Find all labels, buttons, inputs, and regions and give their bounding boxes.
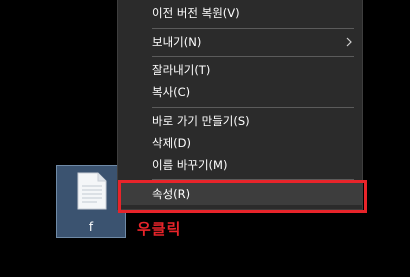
menu-item-label: 삭제(D)	[152, 136, 191, 150]
menu-item-restore-previous-versions[interactable]: 이전 버전 복원(V)	[118, 2, 362, 24]
menu-item-copy[interactable]: 복사(C)	[118, 81, 362, 103]
menu-item-label: 이전 버전 복원(V)	[152, 6, 240, 20]
menu-item-label: 잘라내기(T)	[152, 63, 211, 77]
menu-separator	[152, 28, 354, 29]
document-icon	[77, 172, 107, 210]
menu-item-label: 보내기(N)	[152, 35, 202, 49]
properties-highlight-box	[118, 180, 367, 213]
menu-item-label: 바로 가기 만들기(S)	[152, 114, 250, 128]
menu-item-label: 복사(C)	[152, 85, 191, 99]
menu-item-cut[interactable]: 잘라내기(T)	[118, 59, 362, 81]
menu-item-delete[interactable]: 삭제(D)	[118, 132, 362, 154]
chevron-right-icon	[346, 37, 352, 47]
desktop-file-icon[interactable]: f	[56, 165, 126, 238]
menu-separator	[152, 107, 354, 108]
menu-separator	[152, 56, 354, 57]
menu-item-label: 이름 바꾸기(M)	[152, 158, 228, 172]
menu-item-create-shortcut[interactable]: 바로 가기 만들기(S)	[118, 110, 362, 132]
menu-item-send-to[interactable]: 보내기(N)	[118, 31, 362, 53]
file-name-label: f	[88, 220, 94, 234]
right-click-annotation: 우클릭	[137, 220, 182, 238]
menu-item-rename[interactable]: 이름 바꾸기(M)	[118, 154, 362, 176]
context-menu: 이전 버전 복원(V) 보내기(N) 잘라내기(T) 복사(C) 바로 가기 만…	[117, 0, 363, 210]
